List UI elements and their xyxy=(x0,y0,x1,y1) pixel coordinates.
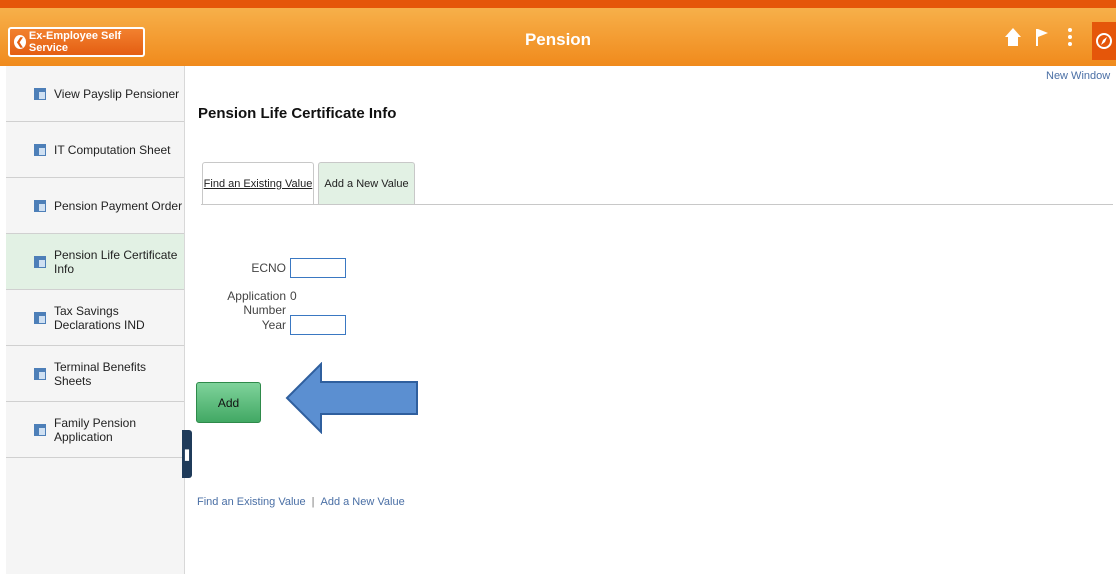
annotation-arrow-icon xyxy=(285,362,418,434)
page-title: Pension xyxy=(524,30,592,49)
top-accent-bar xyxy=(0,0,1116,8)
application-number-label: Application Number xyxy=(227,289,286,317)
drag-handle-icon: ❚ xyxy=(182,448,192,461)
sidebar-item-label: Pension Life Certificate Info xyxy=(54,247,178,276)
find-existing-value-link[interactable]: Find an Existing Value xyxy=(197,496,306,508)
tab-add-new-value[interactable]: Add a New Value xyxy=(318,162,415,204)
home-icon[interactable] xyxy=(1003,26,1023,56)
page-icon xyxy=(34,199,46,212)
sidebar-collapse-handle[interactable]: ❚ xyxy=(182,430,192,478)
sidebar-item-terminal-benefits-sheets[interactable]: Terminal Benefits Sheets xyxy=(6,346,184,402)
page-icon xyxy=(34,311,46,324)
ecno-label: ECNO xyxy=(251,261,286,275)
add-new-value-link[interactable]: Add a New Value xyxy=(321,496,405,508)
new-window-link[interactable]: New Window xyxy=(1046,70,1110,82)
sidebar-item-tax-savings-declarations[interactable]: Tax Savings Declarations IND xyxy=(6,290,184,346)
tab-divider xyxy=(201,204,1113,205)
page-icon xyxy=(34,423,46,436)
sidebar-item-family-pension-application[interactable]: Family Pension Application xyxy=(6,402,184,458)
sidebar-item-pension-life-certificate-info[interactable]: Pension Life Certificate Info xyxy=(6,234,184,290)
sidebar-item-label: View Payslip Pensioner xyxy=(54,86,180,101)
page-icon xyxy=(34,143,46,156)
navbar-compass-icon[interactable] xyxy=(1092,22,1116,60)
ecno-input[interactable] xyxy=(290,258,346,278)
tab-label: Find an Existing Value xyxy=(203,177,313,190)
bottom-links: Find an Existing Value | Add a New Value xyxy=(197,496,405,508)
sidebar-item-view-payslip-pensioner[interactable]: View Payslip Pensioner xyxy=(6,66,184,122)
year-input[interactable] xyxy=(290,315,346,335)
add-button[interactable]: Add xyxy=(196,382,261,423)
sidebar: View Payslip Pensioner IT Computation Sh… xyxy=(6,66,185,574)
tab-label: Add a New Value xyxy=(324,177,409,190)
sidebar-item-label: Tax Savings Declarations IND xyxy=(54,303,145,332)
sidebar-item-it-computation-sheet[interactable]: IT Computation Sheet xyxy=(6,122,184,178)
link-separator: | xyxy=(311,496,315,508)
year-label: Year xyxy=(261,318,286,332)
application-number-value: 0 xyxy=(290,289,297,303)
page-icon xyxy=(34,87,46,100)
page-icon xyxy=(34,367,46,380)
sidebar-item-label: Family Pension Application xyxy=(54,415,137,444)
sidebar-item-label: Terminal Benefits Sheets xyxy=(54,359,147,388)
sidebar-item-pension-payment-order[interactable]: Pension Payment Order xyxy=(6,178,184,234)
tab-find-existing-value[interactable]: Find an Existing Value xyxy=(202,162,314,204)
sidebar-item-label: IT Computation Sheet xyxy=(54,142,171,157)
sidebar-item-label: Pension Payment Order xyxy=(54,198,183,213)
flag-icon[interactable] xyxy=(1034,26,1050,56)
more-options-icon[interactable] xyxy=(1066,26,1074,56)
page-icon xyxy=(34,255,46,268)
content-title: Pension Life Certificate Info xyxy=(198,105,397,122)
